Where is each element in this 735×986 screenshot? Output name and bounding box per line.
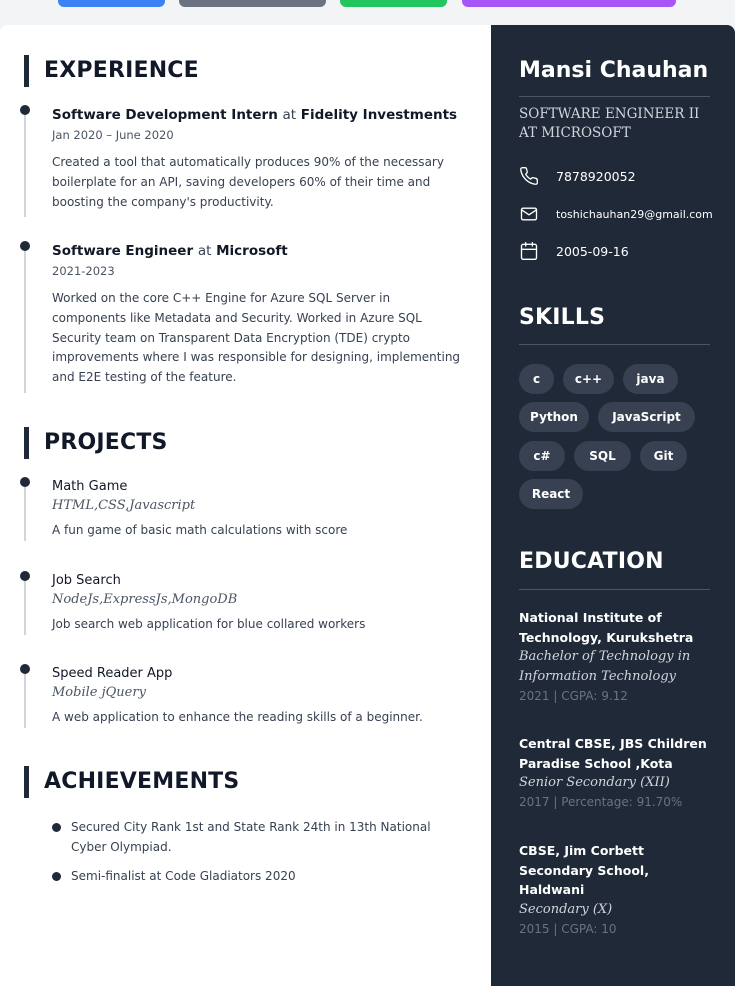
project-item: Job Search NodeJs,ExpressJs,MongoDB Job … bbox=[20, 571, 464, 635]
timeline-line bbox=[24, 668, 26, 728]
project-description: A web application to enhance the reading… bbox=[52, 710, 423, 724]
school-name: Central CBSE, JBS Children Paradise Scho… bbox=[519, 736, 707, 771]
sidebar: Mansi Chauhan SOFTWARE ENGINEER II AT MI… bbox=[491, 25, 735, 986]
project-title: Job Search bbox=[52, 573, 121, 588]
job-date: Jan 2020 – June 2020 bbox=[52, 128, 174, 142]
skill-tag: React bbox=[519, 479, 583, 509]
project-item: Math Game HTML,CSS,Javascript A fun game… bbox=[20, 477, 464, 541]
project-title: Speed Reader App bbox=[52, 666, 173, 681]
phone-text: 7878920052 bbox=[556, 168, 636, 184]
skills-heading: SKILLS bbox=[519, 305, 606, 330]
bullet-dot bbox=[52, 872, 61, 881]
profile-name: Mansi Chauhan bbox=[519, 58, 709, 83]
timeline-dot bbox=[20, 105, 30, 115]
email-row: toshichauhan29@gmail.com bbox=[519, 204, 713, 224]
timeline-line bbox=[24, 245, 26, 393]
job-title: Software Development Intern at Fidelity … bbox=[52, 105, 464, 125]
profile-role: SOFTWARE ENGINEER II AT MICROSOFT bbox=[519, 106, 700, 141]
timeline-dot bbox=[20, 241, 30, 251]
phone-row: 7878920052 bbox=[519, 166, 636, 186]
skill-tag: SQL bbox=[574, 441, 631, 471]
job-at: at bbox=[282, 107, 297, 123]
toolbar bbox=[0, 0, 735, 24]
education-meta: 2017 | Percentage: 91.70% bbox=[519, 795, 683, 809]
project-item: Speed Reader App Mobile jQuery A web app… bbox=[20, 664, 464, 728]
mail-icon bbox=[520, 207, 538, 221]
degree: Secondary (X) bbox=[519, 901, 613, 917]
gray-button[interactable] bbox=[179, 0, 326, 7]
resume-page: EXPERIENCE Software Development Intern a… bbox=[0, 25, 735, 986]
timeline-line bbox=[24, 481, 26, 541]
project-tech: Mobile jQuery bbox=[52, 685, 146, 700]
timeline-dot bbox=[20, 571, 30, 581]
purple-button[interactable] bbox=[462, 0, 676, 7]
job-title: Software Engineer at Microsoft bbox=[52, 241, 464, 261]
divider bbox=[519, 589, 710, 590]
experience-item: Software Engineer at Microsoft 2021-2023… bbox=[20, 241, 464, 393]
job-company: Fidelity Investments bbox=[300, 107, 458, 123]
degree: Bachelor of Technology in Information Te… bbox=[519, 649, 691, 684]
projects-heading: PROJECTS bbox=[24, 427, 168, 459]
job-role: Software Engineer bbox=[52, 243, 194, 259]
timeline-dot bbox=[20, 477, 30, 487]
project-tech: NodeJs,ExpressJs,MongoDB bbox=[52, 592, 238, 607]
timeline-line bbox=[24, 575, 26, 635]
dob-row: 2005-09-16 bbox=[519, 241, 629, 261]
education-heading: EDUCATION bbox=[519, 549, 664, 574]
project-description: Job search web application for blue coll… bbox=[52, 617, 366, 631]
skill-tag: JavaScript bbox=[598, 402, 695, 432]
skill-tag: Git bbox=[640, 441, 687, 471]
skill-tag: c++ bbox=[563, 364, 614, 394]
experience-heading: EXPERIENCE bbox=[24, 55, 199, 87]
education-item: CBSE, Jim Corbett Secondary School, Hald… bbox=[519, 841, 714, 939]
job-role: Software Development Intern bbox=[52, 107, 278, 123]
degree: Senior Secondary (XII) bbox=[519, 775, 670, 790]
education-item: National Institute of Technology, Kuruks… bbox=[519, 608, 714, 706]
divider bbox=[519, 96, 710, 97]
achievement-item: Secured City Rank 1st and State Rank 24t… bbox=[52, 818, 462, 858]
job-at: at bbox=[197, 243, 212, 259]
dob-text: 2005-09-16 bbox=[556, 243, 629, 259]
timeline-line bbox=[24, 109, 26, 217]
calendar-icon bbox=[520, 242, 538, 260]
achievements-heading: ACHIEVEMENTS bbox=[24, 766, 239, 798]
main-column: EXPERIENCE Software Development Intern a… bbox=[0, 25, 491, 986]
project-description: A fun game of basic math calculations wi… bbox=[52, 523, 348, 537]
education-meta: 2021 | CGPA: 9.12 bbox=[519, 689, 628, 703]
experience-item: Software Development Intern at Fidelity … bbox=[20, 105, 464, 217]
email-text: toshichauhan29@gmail.com bbox=[556, 207, 713, 221]
bullet-dot bbox=[52, 823, 61, 832]
project-tech: HTML,CSS,Javascript bbox=[52, 498, 196, 513]
skill-tag: java bbox=[623, 364, 678, 394]
education-item: Central CBSE, JBS Children Paradise Scho… bbox=[519, 734, 714, 812]
divider bbox=[519, 344, 710, 345]
education-meta: 2015 | CGPA: 10 bbox=[519, 921, 617, 936]
school-name: CBSE, Jim Corbett Secondary School, Hald… bbox=[519, 843, 649, 897]
job-description: Worked on the core C++ Engine for Azure … bbox=[52, 291, 461, 385]
job-date: 2021-2023 bbox=[52, 264, 115, 278]
blue-button[interactable] bbox=[58, 0, 165, 7]
timeline-dot bbox=[20, 664, 30, 674]
project-title: Math Game bbox=[52, 479, 128, 494]
achievement-text: Semi-finalist at Code Gladiators 2020 bbox=[71, 869, 296, 883]
skill-tag: c# bbox=[519, 441, 565, 471]
job-company: Microsoft bbox=[216, 243, 288, 259]
achievement-text: Secured City Rank 1st and State Rank 24t… bbox=[71, 820, 431, 854]
green-button[interactable] bbox=[340, 0, 447, 7]
skill-tag: Python bbox=[519, 402, 589, 432]
achievement-item: Semi-finalist at Code Gladiators 2020 bbox=[52, 867, 462, 887]
skill-tag: c bbox=[519, 364, 554, 394]
job-description: Created a tool that automatically produc… bbox=[52, 155, 444, 209]
phone-icon bbox=[520, 166, 539, 185]
school-name: National Institute of Technology, Kuruks… bbox=[519, 610, 694, 645]
